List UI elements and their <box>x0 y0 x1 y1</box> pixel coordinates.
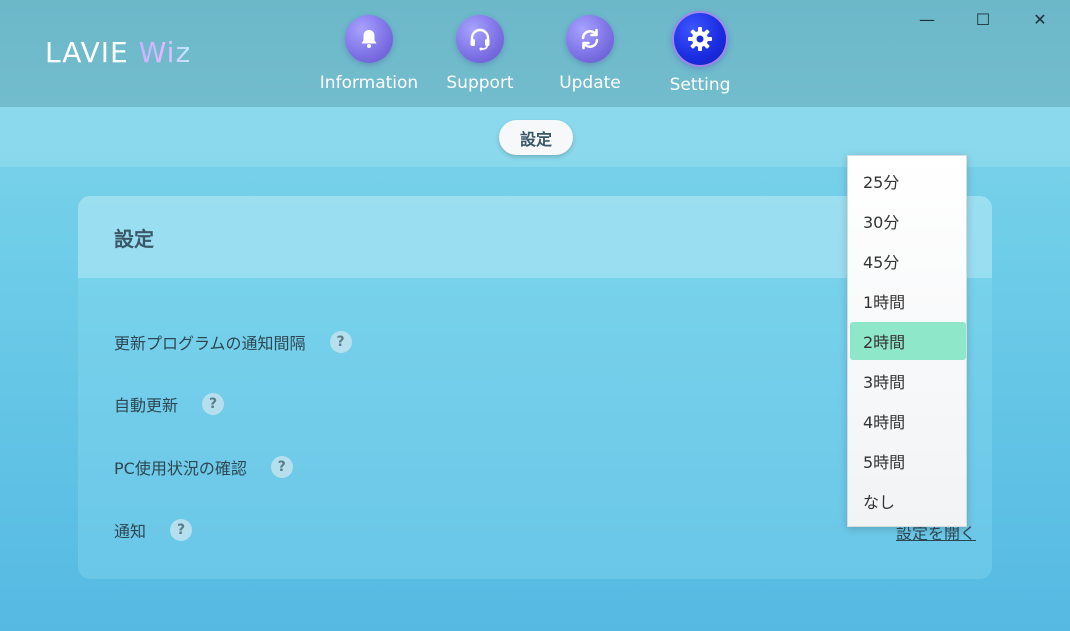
nav-update-label: Update <box>559 73 621 93</box>
dropdown-option[interactable]: 4時間 <box>850 402 966 440</box>
dropdown-option-selected[interactable]: 2時間 <box>850 322 966 360</box>
interval-dropdown-list: 25分 30分 45分 1時間 2時間 3時間 4時間 5時間 なし <box>847 155 967 527</box>
help-icon[interactable]: ? <box>270 456 293 478</box>
nav-support[interactable]: Support <box>425 15 535 93</box>
help-icon[interactable]: ? <box>170 519 193 541</box>
setting-label: PC使用状況の確認 <box>114 459 247 478</box>
refresh-icon <box>566 15 614 63</box>
dropdown-option[interactable]: 25分 <box>850 162 966 200</box>
title-bar: LAVIE Wiz Information Support Update Set… <box>0 0 1070 107</box>
dropdown-option[interactable]: 45分 <box>850 242 966 280</box>
help-icon[interactable]: ? <box>329 331 352 353</box>
setting-row-update-interval: 更新プログラムの通知間隔 ? <box>114 329 352 355</box>
tab-settings[interactable]: 設定 <box>499 120 573 155</box>
maximize-button[interactable]: ☐ <box>963 8 1003 32</box>
dropdown-option[interactable]: 30分 <box>850 202 966 240</box>
setting-label: 通知 <box>114 522 147 541</box>
headset-icon <box>456 15 504 63</box>
nav-update[interactable]: Update <box>535 15 645 93</box>
dropdown-option[interactable]: なし <box>850 482 966 520</box>
nav-information-label: Information <box>319 73 419 93</box>
dropdown-option[interactable]: 5時間 <box>850 442 966 480</box>
setting-row-auto-update: 自動更新 ? <box>114 391 225 417</box>
setting-label: 自動更新 <box>114 396 179 415</box>
gear-icon <box>674 13 726 65</box>
minimize-button[interactable]: — <box>907 8 947 32</box>
nav-information[interactable]: Information <box>314 15 424 93</box>
help-icon[interactable]: ? <box>202 393 225 415</box>
nav-support-label: Support <box>446 73 514 93</box>
setting-label: 更新プログラムの通知間隔 <box>114 334 306 353</box>
setting-row-pc-usage: PC使用状況の確認 ? <box>114 454 293 480</box>
bell-icon <box>345 15 393 63</box>
dropdown-option[interactable]: 3時間 <box>850 362 966 400</box>
setting-row-notification: 通知 ? <box>114 517 193 543</box>
dropdown-option[interactable]: 1時間 <box>850 282 966 320</box>
nav-setting[interactable]: Setting <box>645 13 755 95</box>
close-button[interactable]: ✕ <box>1020 8 1060 32</box>
nav-setting-label: Setting <box>669 75 731 95</box>
app-logo: LAVIE Wiz <box>45 36 192 69</box>
